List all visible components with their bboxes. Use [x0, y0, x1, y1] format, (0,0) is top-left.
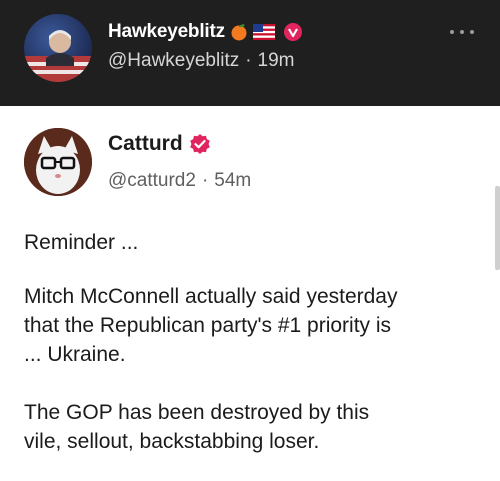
repost-meta: @Hawkeyeblitz · 19m: [108, 50, 295, 72]
quoted-display-name[interactable]: Catturd: [108, 132, 183, 156]
meta-separator: ·: [201, 170, 209, 191]
repost-time[interactable]: 19m: [258, 50, 295, 72]
avatar[interactable]: [24, 14, 92, 82]
post-text-paragraph: Reminder ...: [24, 231, 139, 254]
quoted-avatar[interactable]: [24, 128, 92, 196]
quoted-name-row: Catturd: [108, 132, 211, 156]
avatar-image: [24, 30, 92, 82]
post-text-paragraph: Mitch McConnell actually said yesterday …: [24, 285, 398, 366]
quoted-handle[interactable]: @catturd2: [108, 170, 196, 192]
quoted-meta: @catturd2 · 54m: [108, 170, 251, 192]
quoted-post[interactable]: Catturd @catturd2 · 54m Reminder ... Mit…: [0, 106, 500, 481]
us-flag-icon: [252, 24, 275, 40]
repost-handle[interactable]: @Hawkeyeblitz: [108, 50, 239, 72]
quoted-time[interactable]: 54m: [214, 170, 251, 192]
repost-header: Hawkeyeblitz @Hawkeyeblitz · 19m: [0, 0, 500, 106]
cat-avatar-image: [24, 128, 92, 196]
peach-icon: [231, 24, 247, 41]
repost-name-row: Hawkeyeblitz: [108, 20, 303, 44]
scrollbar[interactable]: [495, 186, 500, 270]
post-text-paragraph: The GOP has been destroyed by this vile,…: [24, 401, 370, 453]
meta-separator: ·: [245, 50, 252, 71]
repost-display-name[interactable]: Hawkeyeblitz: [108, 21, 225, 43]
verified-badge-icon: [283, 23, 302, 41]
more-options-icon[interactable]: [450, 28, 474, 36]
verified-badge-icon: [189, 134, 210, 154]
